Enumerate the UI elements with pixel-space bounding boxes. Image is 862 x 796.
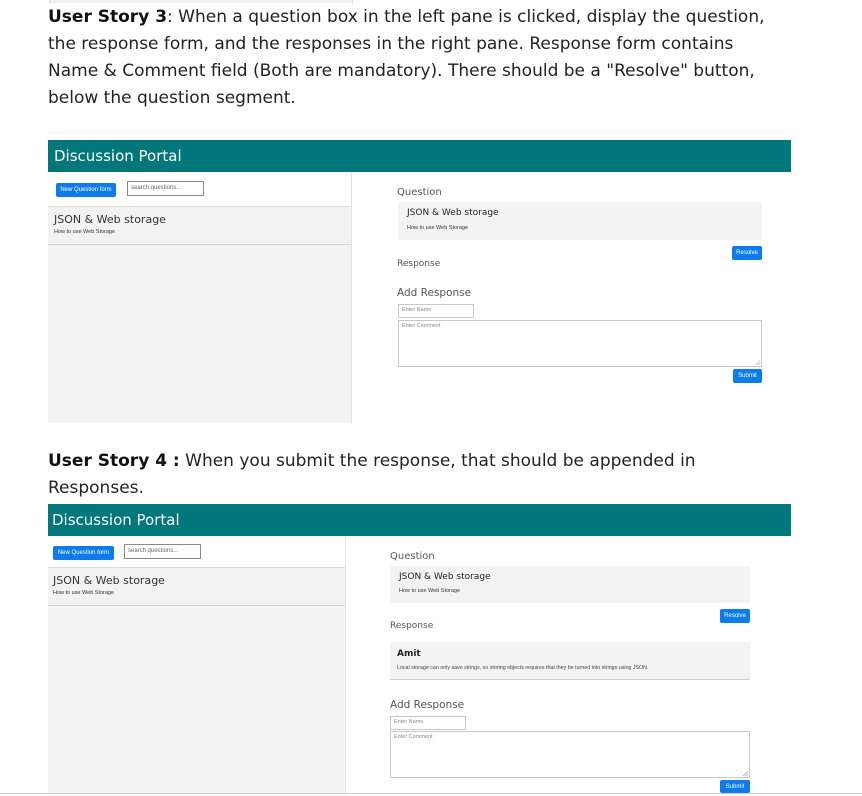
- question-label: Question: [390, 551, 435, 562]
- comment-field[interactable]: Enter Comment: [398, 320, 762, 367]
- question-detail-subtitle: How to use Web Storage: [407, 225, 469, 231]
- question-item-subtitle: How to use Web Storage: [53, 590, 115, 596]
- response-name: Amit: [397, 649, 421, 659]
- resize-grip-icon[interactable]: [755, 360, 760, 365]
- right-pane: Question JSON & Web storage How to use W…: [346, 536, 791, 793]
- user-story-4: User Story 4 : When you submit the respo…: [48, 448, 768, 502]
- submit-button[interactable]: Submit: [733, 369, 762, 383]
- new-question-button[interactable]: New Question form: [53, 546, 114, 560]
- question-item-title: JSON & Web storage: [54, 213, 166, 226]
- comment-field[interactable]: Enter Comment: [390, 731, 750, 778]
- question-label: Question: [397, 187, 442, 198]
- right-pane: Question JSON & Web storage How to use W…: [352, 172, 791, 423]
- question-detail-title: JSON & Web storage: [407, 208, 499, 218]
- submit-button[interactable]: Submit: [720, 780, 750, 793]
- response-label: Response: [397, 259, 441, 269]
- resolve-button[interactable]: Resolve: [732, 246, 762, 260]
- question-list-item[interactable]: JSON & Web storage How to use Web Storag…: [48, 207, 351, 245]
- search-input[interactable]: search questions...: [127, 181, 204, 196]
- bottom-divider: [0, 793, 862, 794]
- question-item-subtitle: How to use Web Storage: [54, 229, 116, 235]
- resize-grip-icon[interactable]: [743, 771, 748, 776]
- portal-header: Discussion Portal: [48, 504, 791, 536]
- resolve-button[interactable]: Resolve: [720, 609, 750, 623]
- question-item-title: JSON & Web storage: [53, 574, 165, 587]
- search-input[interactable]: search questions...: [124, 544, 201, 559]
- add-response-label: Add Response: [397, 287, 472, 299]
- portal-screenshot-2: Discussion Portal New Question form sear…: [48, 504, 791, 793]
- response-label: Response: [390, 621, 434, 631]
- response-comment: Local storage can only save strings, so …: [397, 665, 649, 671]
- question-detail-title: JSON & Web storage: [399, 572, 491, 582]
- response-entry: Amit Local storage can only save strings…: [390, 642, 750, 680]
- left-pane: New Question form search questions... JS…: [48, 172, 352, 423]
- user-story-3-label: User Story 3: [48, 7, 168, 27]
- user-story-4-label: User Story 4 :: [48, 451, 180, 471]
- left-pane: New Question form search questions... JS…: [48, 536, 346, 793]
- question-detail: JSON & Web storage How to use Web Storag…: [398, 202, 762, 240]
- previous-screenshot-edge: [49, 0, 353, 3]
- user-story-3: User Story 3: When a question box in the…: [48, 4, 768, 112]
- question-detail-subtitle: How to use Web Storage: [399, 588, 461, 594]
- add-response-label: Add Response: [390, 699, 465, 711]
- name-field[interactable]: Enter Name: [390, 716, 466, 730]
- left-toolbar: New Question form search questions...: [48, 172, 351, 207]
- question-detail: JSON & Web storage How to use Web Storag…: [390, 566, 750, 603]
- portal-header: Discussion Portal: [48, 140, 791, 172]
- new-question-button[interactable]: New Question form: [56, 183, 116, 197]
- name-field[interactable]: Enter Name: [398, 304, 474, 318]
- portal-screenshot-1: Discussion Portal New Question form sear…: [48, 140, 791, 423]
- question-list-item[interactable]: JSON & Web storage How to use Web Storag…: [48, 568, 345, 606]
- left-toolbar: New Question form search questions...: [48, 536, 345, 568]
